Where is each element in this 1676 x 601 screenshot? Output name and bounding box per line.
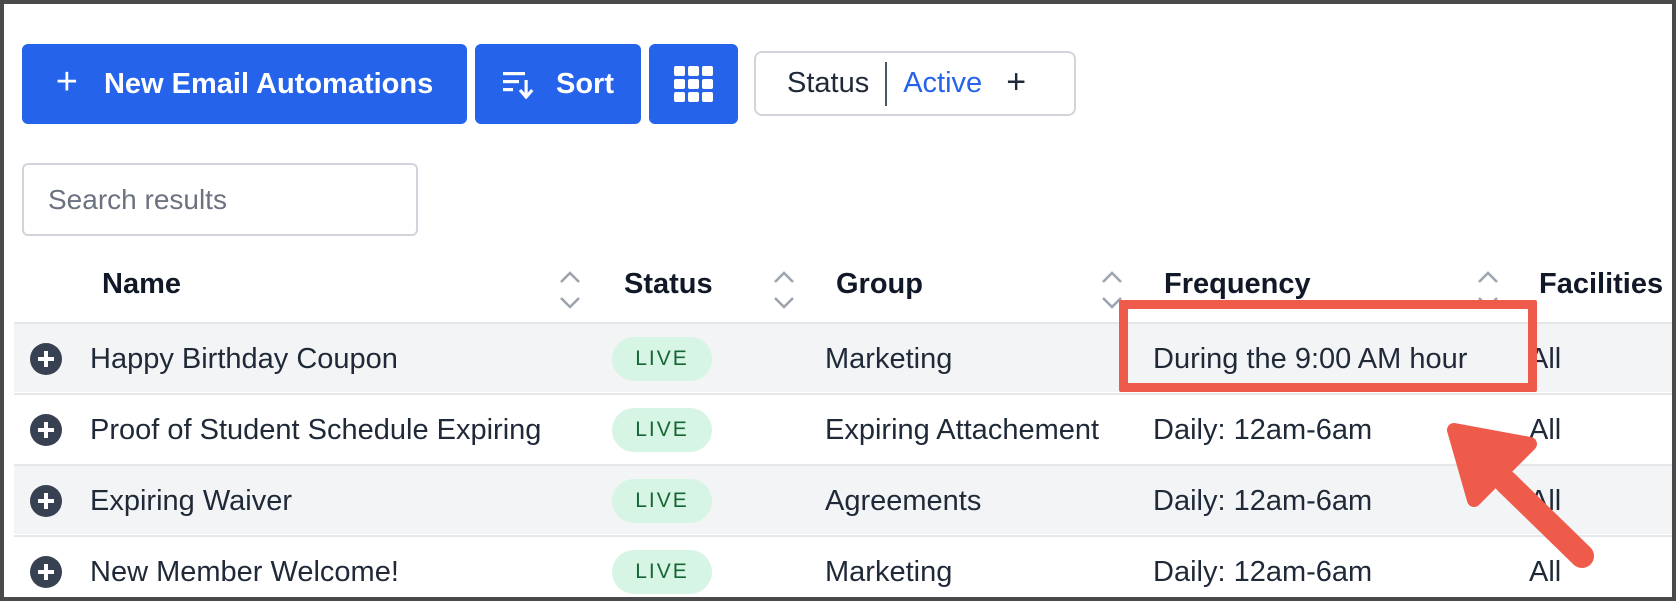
row-name: New Member Welcome! <box>90 555 399 588</box>
grid-icon <box>673 66 713 102</box>
filter-divider <box>885 61 888 106</box>
grid-view-button[interactable] <box>649 44 738 124</box>
expand-row-icon[interactable] <box>30 414 62 446</box>
screenshot-frame: + New Email Automations Sort Status Acti <box>0 0 1676 601</box>
row-group: Expiring Attachement <box>825 413 1100 446</box>
row-group: Marketing <box>825 555 953 588</box>
expand-row-icon[interactable] <box>30 343 62 375</box>
row-facilities: All <box>1529 484 1562 517</box>
highlight-box <box>1119 300 1537 392</box>
sort-icon <box>503 72 534 99</box>
table-row[interactable]: Expiring Waiver LIVE Agreements Daily: 1… <box>14 464 1672 534</box>
row-facilities: All <box>1529 555 1562 588</box>
sort-label: Sort <box>556 67 614 100</box>
status-badge: LIVE <box>612 550 712 594</box>
plus-icon: + <box>55 60 78 103</box>
row-group: Marketing <box>825 342 953 375</box>
status-badge: LIVE <box>612 337 712 381</box>
status-badge: LIVE <box>612 408 712 452</box>
row-facilities: All <box>1529 413 1562 446</box>
search-input[interactable] <box>22 163 418 236</box>
filter-label: Status <box>787 67 870 99</box>
expand-row-icon[interactable] <box>30 485 62 517</box>
sort-arrows-icon[interactable] <box>558 268 582 312</box>
expand-row-icon[interactable] <box>30 556 62 588</box>
new-email-automations-button[interactable]: + New Email Automations <box>22 44 467 124</box>
table-row[interactable]: New Member Welcome! LIVE Marketing Daily… <box>14 535 1672 597</box>
column-header-name[interactable]: Name <box>102 268 181 301</box>
new-email-automations-label: New Email Automations <box>103 67 434 100</box>
status-badge: LIVE <box>612 479 712 523</box>
row-frequency: Daily: 12am-6am <box>1153 484 1373 517</box>
sort-arrows-icon[interactable] <box>772 268 796 312</box>
column-header-facilities[interactable]: Facilities <box>1539 268 1663 301</box>
row-name: Happy Birthday Coupon <box>90 342 398 375</box>
row-frequency: Daily: 12am-6am <box>1153 413 1373 446</box>
column-header-group[interactable]: Group <box>836 268 923 301</box>
table-row[interactable]: Proof of Student Schedule Expiring LIVE … <box>14 393 1672 463</box>
add-filter-icon[interactable]: + <box>1006 63 1026 102</box>
row-group: Agreements <box>825 484 982 517</box>
sort-button[interactable]: Sort <box>475 44 641 124</box>
column-header-status[interactable]: Status <box>624 268 713 301</box>
row-frequency: Daily: 12am-6am <box>1153 555 1373 588</box>
status-filter-chip[interactable]: Status Active + <box>754 51 1076 116</box>
row-name: Expiring Waiver <box>90 484 292 517</box>
column-header-frequency[interactable]: Frequency <box>1164 268 1311 301</box>
filter-value[interactable]: Active <box>903 67 982 100</box>
row-name: Proof of Student Schedule Expiring <box>90 413 542 446</box>
